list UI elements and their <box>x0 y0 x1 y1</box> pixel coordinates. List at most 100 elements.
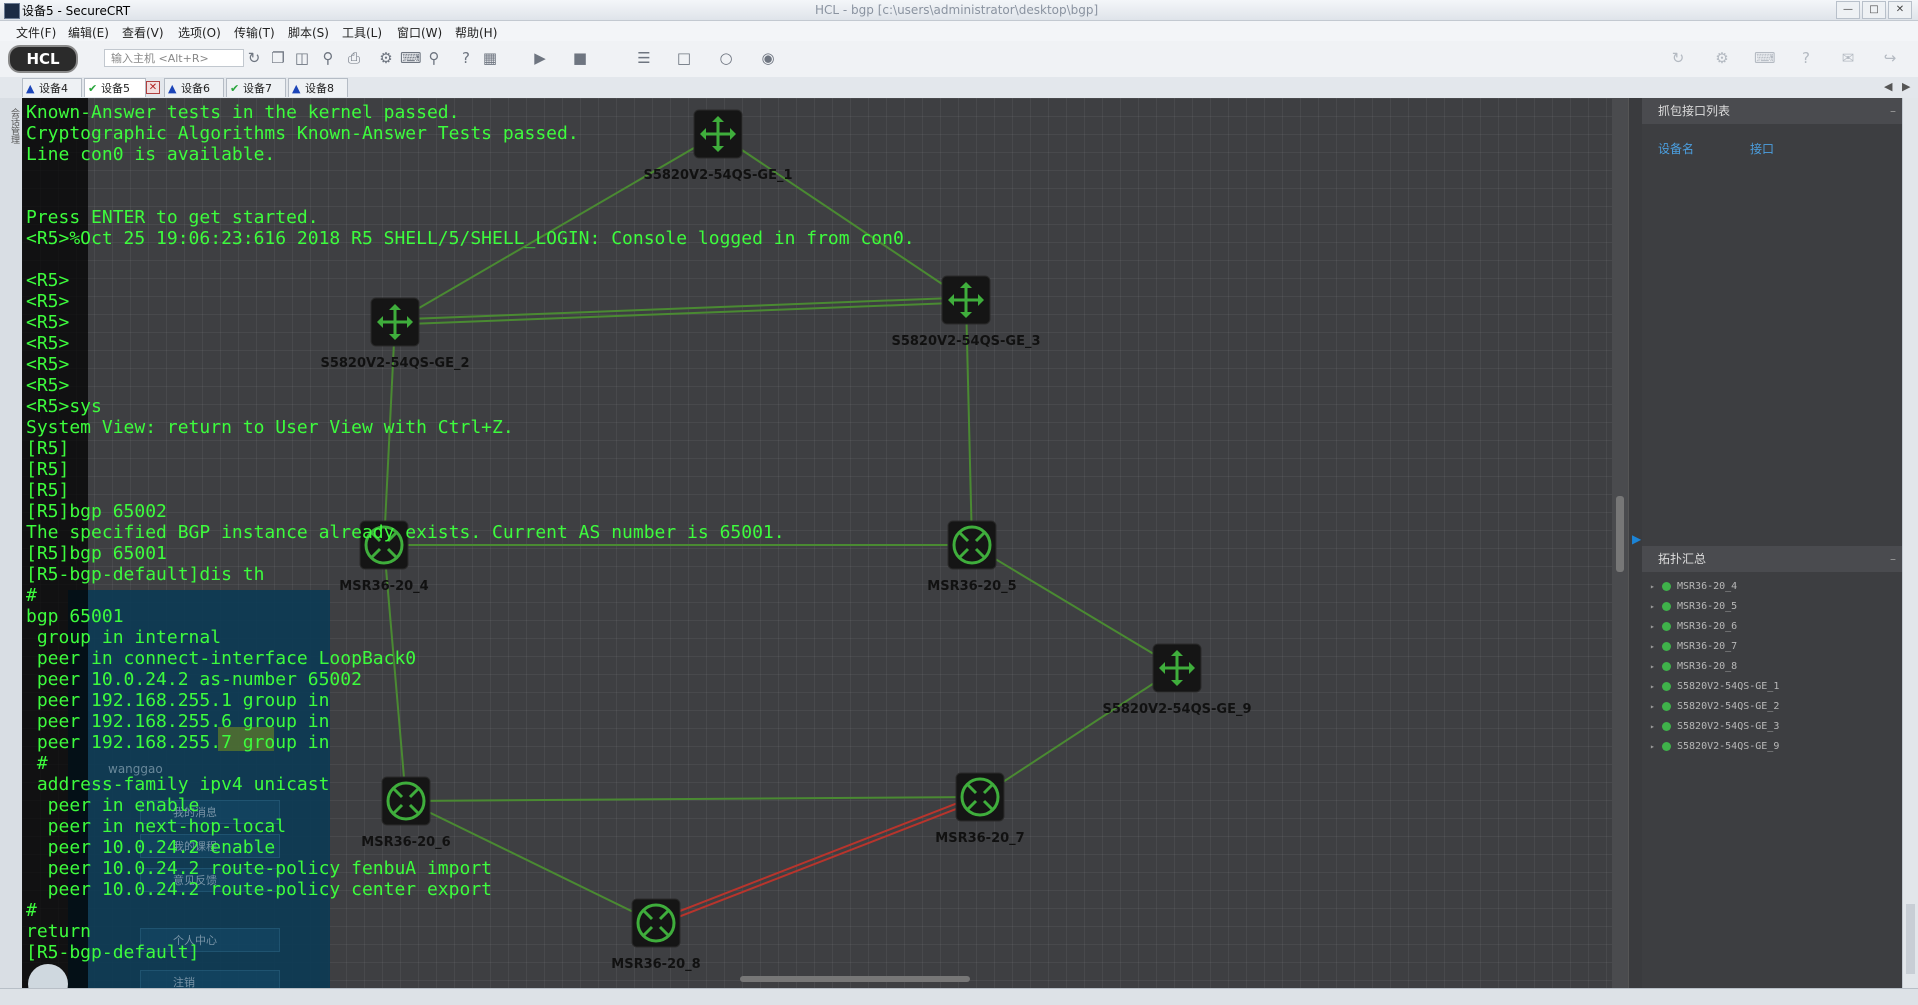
print-icon[interactable]: ⎙ <box>344 48 364 68</box>
quick-connect-input[interactable]: 输入主机 <Alt+R> <box>104 49 244 67</box>
reconnect-icon[interactable]: ↻ <box>244 48 264 68</box>
topology-summary-item[interactable]: ▸ S5820V2-54QS-GE_9 <box>1650 736 1900 756</box>
sync-icon[interactable]: ○ <box>716 48 736 68</box>
cmd-icon[interactable]: ⌨ <box>1754 48 1776 68</box>
expand-panel-icon[interactable]: ▶ <box>1632 532 1641 546</box>
exit-icon[interactable]: ↪ <box>1880 48 1900 68</box>
play-icon[interactable]: ▶ <box>530 48 550 68</box>
menu-file[interactable]: 文件(F) <box>16 24 56 41</box>
menu-script[interactable]: 脚本(S) <box>288 24 329 41</box>
canvas-vertical-scrollbar[interactable] <box>1612 98 1628 988</box>
tab-device5[interactable]: ✔ 设备5 <box>84 78 146 97</box>
find-icon[interactable]: ⚲ <box>318 48 338 68</box>
link-sw1-sw3[interactable] <box>717 133 967 301</box>
title-bar: 设备5 - SecureCRT HCL - bgp [c:\users\admi… <box>0 0 1918 21</box>
settings-icon[interactable]: ⚙ <box>376 48 396 68</box>
node-r7[interactable]: MSR36-20_7 <box>935 772 1025 846</box>
refresh-icon[interactable]: ↻ <box>1668 48 1688 68</box>
node-r6[interactable]: MSR36-20_6 <box>361 776 451 850</box>
menu-transfer[interactable]: 传输(T) <box>234 24 275 41</box>
link-r6-r8[interactable] <box>405 800 657 924</box>
node-r4[interactable]: MSR36-20_4 <box>339 520 429 594</box>
col-interface[interactable]: 接口 <box>1750 140 1774 157</box>
node-label: S5820V2-54QS-GE_3 <box>891 334 1040 349</box>
expand-arrow-icon[interactable]: ▸ <box>1650 602 1662 611</box>
scroll-thumb[interactable] <box>1906 904 1915 974</box>
tab-device7[interactable]: ✔ 设备7 <box>226 78 286 97</box>
node-r5[interactable]: MSR36-20_5 <box>927 520 1017 594</box>
expand-arrow-icon[interactable]: ▸ <box>1650 682 1662 691</box>
expand-arrow-icon[interactable]: ▸ <box>1650 582 1662 591</box>
expand-arrow-icon[interactable]: ▸ <box>1650 702 1662 711</box>
menu-bar: 文件(F) 编辑(E) 查看(V) 选项(O) 传输(T) 脚本(S) 工具(L… <box>0 21 1918 41</box>
topology-summary-item[interactable]: ▸ S5820V2-54QS-GE_1 <box>1650 676 1900 696</box>
topology-summary-item[interactable]: ▸ MSR36-20_6 <box>1650 616 1900 636</box>
pin-icon[interactable]: – <box>1890 546 1896 572</box>
topology-summary-title: 拓扑汇总 <box>1658 552 1707 566</box>
help-icon[interactable]: ? <box>456 48 476 68</box>
status-dot-icon <box>1662 701 1671 711</box>
session-manager-gutter[interactable]: 会话管理 <box>0 98 23 1004</box>
close-icon[interactable]: ✕ <box>1888 1 1912 19</box>
hcl-logo[interactable]: HCL <box>8 45 78 73</box>
gear-icon[interactable]: ⚙ <box>1712 48 1732 68</box>
topology-summary-item[interactable]: ▸ MSR36-20_4 <box>1650 576 1900 596</box>
topology-summary-item[interactable]: ▸ MSR36-20_8 <box>1650 656 1900 676</box>
menu-edit[interactable]: 编辑(E) <box>68 24 109 41</box>
maximize-icon[interactable]: □ <box>1862 1 1886 19</box>
paste-icon[interactable]: ◫ <box>292 48 312 68</box>
topology-summary-item[interactable]: ▸ S5820V2-54QS-GE_3 <box>1650 716 1900 736</box>
menu-view[interactable]: 查看(V) <box>122 24 164 41</box>
link-r6-r7[interactable] <box>405 796 981 802</box>
node-sw1[interactable]: S5820V2-54QS-GE_1 <box>643 109 793 183</box>
canvas-horizontal-scrollbar[interactable] <box>740 976 970 982</box>
camera-icon[interactable]: ◉ <box>758 48 778 68</box>
menu-options[interactable]: 选项(O) <box>178 24 221 41</box>
status-dot-icon <box>1662 741 1671 751</box>
node-r8[interactable]: MSR36-20_8 <box>611 898 701 972</box>
keymap-icon[interactable]: ⌨ <box>400 48 422 68</box>
tab-device6[interactable]: ▲ 设备6 <box>164 78 224 97</box>
check-icon: ✔ <box>230 82 240 95</box>
expand-arrow-icon[interactable]: ▸ <box>1650 742 1662 751</box>
right-scrollbar[interactable] <box>1902 98 1918 988</box>
image-icon[interactable]: ▦ <box>480 48 500 68</box>
copy-icon[interactable]: ❐ <box>268 48 288 68</box>
tab-device8[interactable]: ▲ 设备8 <box>288 78 348 97</box>
link-sw1-sw2[interactable] <box>394 133 719 323</box>
stop-icon[interactable]: ■ <box>570 48 590 68</box>
col-device-name[interactable]: 设备名 <box>1658 140 1694 157</box>
expand-arrow-icon[interactable]: ▸ <box>1650 662 1662 671</box>
close-tab-icon[interactable]: ✕ <box>146 81 160 94</box>
link-sw9-r7[interactable] <box>979 667 1178 798</box>
chat-icon[interactable]: ✉ <box>1838 48 1858 68</box>
menu-tools[interactable]: 工具(L) <box>342 24 382 41</box>
expand-arrow-icon[interactable]: ▸ <box>1650 642 1662 651</box>
topology-summary-item[interactable]: ▸ S5820V2-54QS-GE_2 <box>1650 696 1900 716</box>
expand-arrow-icon[interactable]: ▸ <box>1650 622 1662 631</box>
key-icon[interactable]: ⚲ <box>424 48 444 68</box>
session-list-icon[interactable]: ☰ <box>634 48 654 68</box>
menu-window[interactable]: 窗口(W) <box>397 24 442 41</box>
add-session-icon[interactable]: □ <box>674 48 694 68</box>
node-sw2[interactable]: S5820V2-54QS-GE_2 <box>320 297 470 371</box>
tab-device4[interactable]: ▲ 设备4 <box>22 78 82 97</box>
link-r7-r8[interactable] <box>654 793 982 927</box>
node-label: S5820V2-54QS-GE_2 <box>320 356 469 371</box>
node-sw3[interactable]: S5820V2-54QS-GE_3 <box>891 275 1041 349</box>
tab-scroll-right-icon[interactable]: ▶ <box>1902 80 1910 93</box>
link-r5-sw9[interactable] <box>971 544 1178 669</box>
warning-icon: ▲ <box>168 82 177 95</box>
scroll-thumb[interactable] <box>1616 496 1624 572</box>
topology-summary-item[interactable]: ▸ MSR36-20_7 <box>1650 636 1900 656</box>
pin-icon[interactable]: – <box>1890 98 1896 124</box>
question-icon[interactable]: ? <box>1796 48 1816 68</box>
topology-summary-item[interactable]: ▸ MSR36-20_5 <box>1650 596 1900 616</box>
node-sw9[interactable]: S5820V2-54QS-GE_9 <box>1102 643 1252 717</box>
minimize-icon[interactable]: — <box>1836 1 1860 19</box>
link-sw2-sw3[interactable] <box>394 296 967 326</box>
topology-item-label: MSR36-20_7 <box>1677 640 1738 652</box>
expand-arrow-icon[interactable]: ▸ <box>1650 722 1662 731</box>
tab-scroll-left-icon[interactable]: ◀ <box>1884 80 1892 93</box>
menu-help[interactable]: 帮助(H) <box>455 24 497 41</box>
